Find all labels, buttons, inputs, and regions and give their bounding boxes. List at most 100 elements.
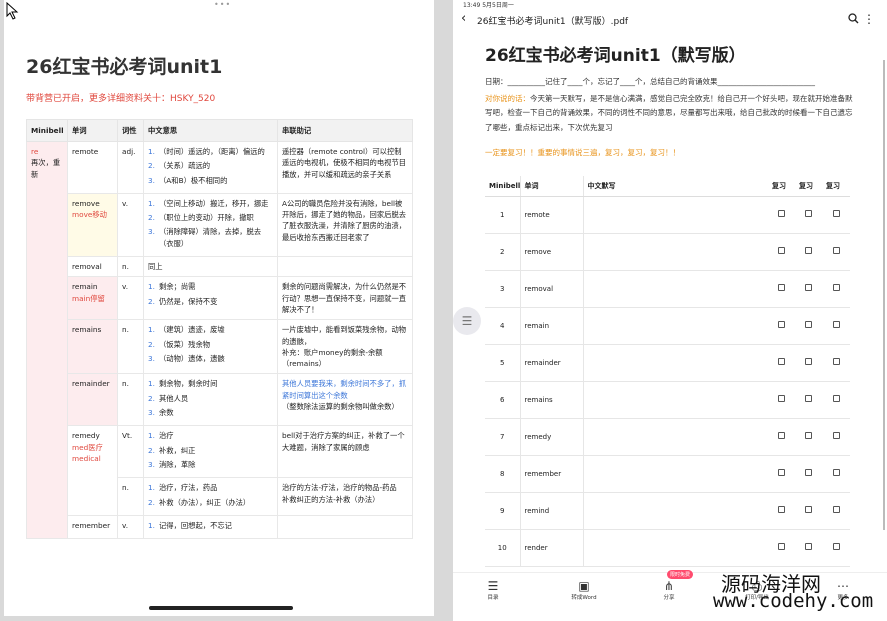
row-number: 8 xyxy=(485,455,520,493)
pdf-title: 26红宝书必考词unit1（默写版） xyxy=(485,46,746,66)
review-checkbox[interactable] xyxy=(778,432,785,439)
more-options-icon[interactable]: ⋮ xyxy=(863,12,875,26)
review-checkbox[interactable] xyxy=(805,432,812,439)
review-cell xyxy=(822,233,850,271)
dictation-cell[interactable] xyxy=(582,381,768,419)
review-cell xyxy=(768,307,795,345)
review-checkbox[interactable] xyxy=(778,506,785,513)
review-checkbox[interactable] xyxy=(805,247,812,254)
share-button[interactable]: ⋔ 分享 xyxy=(649,579,689,601)
convert-word-button[interactable]: ▣ 转成Word xyxy=(564,579,604,601)
review-cell xyxy=(795,381,822,419)
dictation-cell[interactable] xyxy=(582,455,768,493)
vertical-scrollbar[interactable] xyxy=(883,60,885,530)
row-number: 3 xyxy=(485,270,520,308)
left-document-pane[interactable]: ••• 26红宝书必考词unit1 带背营已开启，更多详细资料关十：HSKY_5… xyxy=(4,0,434,616)
review-checkbox[interactable] xyxy=(805,210,812,217)
dictation-cell[interactable] xyxy=(582,529,768,567)
review-checkbox[interactable] xyxy=(778,469,785,476)
promo-subtitle: 带背营已开启，更多详细资料关十：HSKY_520 xyxy=(26,94,216,104)
review-checkbox[interactable] xyxy=(778,247,785,254)
col-header-review-3: 复习 xyxy=(822,176,850,197)
review-cell xyxy=(795,529,822,567)
sidebar-toggle-icon[interactable]: ☰ xyxy=(453,307,481,335)
dictation-table: Minibell 单词 中文默写 复习 复习 复习 1 remote 2 remove… xyxy=(485,176,850,567)
memo-cell: bell对于治疗方案的纠正，补救了一个大难题，消除了家属的顾虑 xyxy=(277,425,413,479)
date-line: 日期：__________记住了____个，忘记了____个，总结自己的背诵效果… xyxy=(485,77,815,86)
toc-button[interactable]: ☰ 目录 xyxy=(473,579,513,601)
memo-cell: 治疗的方法-疗法，治疗的物品-药品 补救纠正的方法-补救（办法） xyxy=(277,477,413,516)
word-cell: remedy xyxy=(519,418,583,456)
review-checkbox[interactable] xyxy=(805,543,812,550)
dictation-cell[interactable] xyxy=(582,233,768,271)
review-checkbox[interactable] xyxy=(832,284,840,291)
review-cell xyxy=(795,270,822,308)
col-header-review-2: 复习 xyxy=(795,176,822,197)
row-number: 5 xyxy=(485,344,520,382)
dictation-cell[interactable] xyxy=(582,307,768,345)
review-checkbox[interactable] xyxy=(778,321,785,328)
table-row: 3 removal xyxy=(485,270,850,308)
back-chevron-icon[interactable]: ‹ xyxy=(461,11,466,26)
dictation-cell[interactable] xyxy=(582,418,768,456)
review-checkbox[interactable] xyxy=(805,395,812,402)
pos-cell: v. xyxy=(117,514,144,540)
review-checkbox[interactable] xyxy=(832,210,840,217)
table-row: remainder n. 1. 剩余物，剩余时间 2. 其他人员 3. 余数 其他人员… xyxy=(27,373,413,427)
prefix-meaning: 再次，重新 xyxy=(31,158,61,179)
review-cell xyxy=(795,196,822,234)
horizontal-scrollbar[interactable] xyxy=(149,606,293,610)
table-row: 8 remember xyxy=(485,455,850,493)
pos-cell: Vt. xyxy=(117,425,144,479)
review-checkbox[interactable] xyxy=(805,358,812,365)
review-checkbox[interactable] xyxy=(832,432,840,439)
drag-handle-icon[interactable]: ••• xyxy=(214,0,231,9)
review-checkbox[interactable] xyxy=(832,321,840,328)
review-checkbox[interactable] xyxy=(805,469,812,476)
review-checkbox[interactable] xyxy=(832,543,840,550)
pos-cell: n. xyxy=(117,256,144,278)
dictation-cell[interactable] xyxy=(582,196,768,234)
review-checkbox[interactable] xyxy=(832,358,840,365)
review-cell xyxy=(795,344,822,382)
row-number: 10 xyxy=(485,529,520,567)
review-checkbox[interactable] xyxy=(832,506,840,513)
row-number: 6 xyxy=(485,381,520,419)
row-number: 1 xyxy=(485,196,520,234)
review-checkbox[interactable] xyxy=(832,395,840,402)
meaning-cell: 1. （空间上移动）搬迁，移开，挪走 2. （职位上的变动）开除，撤职 3. （消除障… xyxy=(143,192,278,258)
review-checkbox[interactable] xyxy=(778,210,785,217)
meaning-cell: 1. （时间）遥远的，（距离）偏远的 2. （关系）疏远的 3. （A和B）极不相同的 xyxy=(143,141,278,194)
review-checkbox[interactable] xyxy=(778,358,785,365)
table-row: remain main停留 v. 1. 剩余；尚需 2. 仍然是，保持不变 剩余的问… xyxy=(27,276,413,321)
review-cell xyxy=(768,455,795,493)
review-checkbox[interactable] xyxy=(778,543,785,550)
word-doc-icon: ▣ xyxy=(578,579,590,593)
pos-cell: n. xyxy=(117,477,144,516)
review-checkbox[interactable] xyxy=(832,469,840,476)
memo-cell xyxy=(277,514,413,540)
review-cell xyxy=(822,381,850,419)
review-checkbox[interactable] xyxy=(778,395,785,402)
dictation-cell[interactable] xyxy=(582,492,768,530)
prefix-label: re xyxy=(31,147,39,156)
meaning-cell: 1. 记得，回想起，不忘记 xyxy=(143,514,278,540)
document-title: 26红宝书必考词unit1（默写版）.pdf xyxy=(477,17,629,27)
review-cell xyxy=(795,307,822,345)
review-checkbox[interactable] xyxy=(805,284,812,291)
dictation-cell[interactable] xyxy=(582,344,768,382)
review-cell xyxy=(822,492,850,530)
search-icon[interactable] xyxy=(848,13,859,24)
dictation-cell[interactable] xyxy=(582,270,768,308)
table-row: removal n. 同上 xyxy=(27,256,413,278)
review-checkbox[interactable] xyxy=(778,284,785,291)
review-checkbox[interactable] xyxy=(805,321,812,328)
table-row: 2 remove xyxy=(485,233,850,271)
meaning-cell: 同上 xyxy=(143,256,278,278)
review-checkbox[interactable] xyxy=(805,506,812,513)
right-pdf-viewer[interactable]: 13:49 5月5日周一 ‹ 26红宝书必考词unit1（默写版）.pdf ⋮ … xyxy=(453,0,887,621)
list-icon: ☰ xyxy=(487,579,499,593)
review-cell xyxy=(768,381,795,419)
review-checkbox[interactable] xyxy=(832,247,840,254)
review-cell xyxy=(822,455,850,493)
